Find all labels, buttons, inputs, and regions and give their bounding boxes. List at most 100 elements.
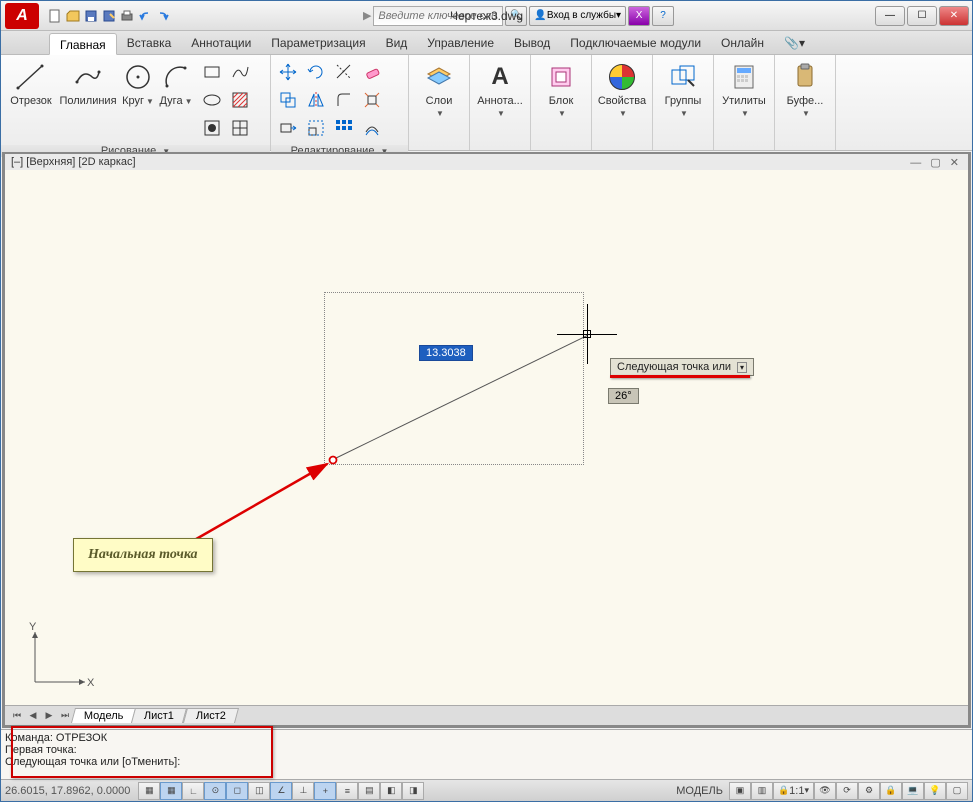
explode-tool-icon[interactable] (359, 87, 385, 113)
status-snap-icon[interactable]: ▦ (138, 782, 160, 800)
maximize-button[interactable]: ☐ (907, 6, 937, 26)
status-annoscale-icon[interactable]: 🔒 1:1▾ (773, 782, 814, 800)
status-isolate-icon[interactable]: 💡 (924, 782, 946, 800)
status-tpy-icon[interactable]: ▤ (358, 782, 380, 800)
binoculars-icon[interactable]: 🔍 (505, 6, 527, 26)
status-ortho-icon[interactable]: ∟ (182, 782, 204, 800)
status-hardware-icon[interactable]: 💻 (902, 782, 924, 800)
status-grid-icon[interactable]: ▦ (160, 782, 182, 800)
ribbon: Отрезок Полилиния Круг▼ Дуга▼ Рисование▼ (1, 55, 972, 151)
search-input[interactable] (373, 6, 503, 26)
sheet-prev-icon[interactable]: ◀ (25, 708, 41, 724)
status-dyn-icon[interactable]: + (314, 782, 336, 800)
sheet-tab-sheet1[interactable]: Лист1 (131, 708, 187, 723)
groups-panel-button[interactable]: Группы▼ (657, 59, 709, 122)
sheet-tab-model[interactable]: Модель (71, 708, 137, 723)
trim-tool-icon[interactable] (331, 59, 357, 85)
qat-print-icon[interactable] (119, 8, 135, 24)
tab-view[interactable]: Вид (376, 32, 418, 54)
sheet-tab-sheet2[interactable]: Лист2 (183, 708, 239, 723)
viewport-controls[interactable]: — ▢ ✕ (910, 156, 962, 169)
annotations-panel-button[interactable]: AАннота...▼ (474, 59, 526, 122)
line-tool-button[interactable]: Отрезок (5, 59, 57, 109)
drawing-canvas[interactable]: 13.3038 Следующая точка или▾ 26° Начальн… (5, 170, 968, 705)
status-qp-icon[interactable]: ◧ (380, 782, 402, 800)
polyline-tool-button[interactable]: Полилиния (57, 59, 119, 109)
block-panel-button[interactable]: Блок▼ (535, 59, 587, 122)
rectangle-tool-icon[interactable] (199, 59, 225, 85)
qat-new-icon[interactable] (47, 8, 63, 24)
tab-annotations[interactable]: Аннотации (181, 32, 261, 54)
angle-value: 26° (608, 388, 639, 404)
qat-undo-icon[interactable] (137, 8, 153, 24)
erase-tool-icon[interactable] (359, 59, 385, 85)
dynamic-prompt: Следующая точка или▾ (610, 358, 754, 376)
status-clean-icon[interactable]: ▢ (946, 782, 968, 800)
scale-tool-icon[interactable] (303, 115, 329, 141)
tab-insert[interactable]: Вставка (117, 32, 182, 54)
close-button[interactable]: ✕ (939, 6, 969, 26)
status-ducs-icon[interactable]: ⊥ (292, 782, 314, 800)
command-line-3: Следующая точка или [оТменить]: (5, 756, 968, 768)
clipboard-panel-button[interactable]: Буфе...▼ (779, 59, 831, 122)
utilities-panel-button[interactable]: Утилиты▼ (718, 59, 770, 122)
quick-access-toolbar (47, 8, 171, 24)
help-icon[interactable]: ? (652, 6, 674, 26)
properties-panel-button[interactable]: Свойства▼ (596, 59, 648, 122)
array-tool-icon[interactable] (331, 115, 357, 141)
status-annovis-icon[interactable]: 👁 (814, 782, 836, 800)
sheet-first-icon[interactable]: ⏮ (9, 708, 25, 724)
qat-open-icon[interactable] (65, 8, 81, 24)
region-tool-icon[interactable] (199, 115, 225, 141)
stretch-tool-icon[interactable] (275, 115, 301, 141)
rotate-tool-icon[interactable] (303, 59, 329, 85)
status-3dosnap-icon[interactable]: ◫ (248, 782, 270, 800)
tab-home[interactable]: Главная (49, 33, 117, 55)
ellipse-tool-icon[interactable] (199, 87, 225, 113)
qat-redo-icon[interactable] (155, 8, 171, 24)
sheet-tabs: ⏮ ◀ ▶ ⏭ Модель Лист1 Лист2 (5, 705, 968, 725)
status-sc-icon[interactable]: ◨ (402, 782, 424, 800)
mirror-tool-icon[interactable] (303, 87, 329, 113)
qat-saveas-icon[interactable] (101, 8, 117, 24)
status-polar-icon[interactable]: ⊙ (204, 782, 226, 800)
tab-output[interactable]: Вывод (504, 32, 560, 54)
status-annoadd-icon[interactable]: ⟳ (836, 782, 858, 800)
status-toolbar-icon[interactable]: 🔒 (880, 782, 902, 800)
hatch-tool-icon[interactable] (227, 87, 253, 113)
sheet-next-icon[interactable]: ▶ (41, 708, 57, 724)
status-quickview-icon[interactable]: ▥ (751, 782, 773, 800)
status-lwt-icon[interactable]: ≡ (336, 782, 358, 800)
tab-manage[interactable]: Управление (417, 32, 504, 54)
offset-tool-icon[interactable] (359, 115, 385, 141)
tab-extra-icon[interactable]: 📎▾ (774, 32, 815, 54)
status-model-label[interactable]: МОДЕЛЬ (670, 785, 729, 797)
qat-save-icon[interactable] (83, 8, 99, 24)
move-tool-icon[interactable] (275, 59, 301, 85)
circle-tool-button[interactable]: Круг▼ (119, 59, 157, 110)
login-button[interactable]: 👤 Вход в службы ▾ (529, 6, 626, 26)
viewport-label[interactable]: [–] [Верхняя] [2D каркас] (11, 156, 136, 168)
command-line-1: Команда: ОТРЕЗОК (5, 732, 968, 744)
fillet-tool-icon[interactable] (331, 87, 357, 113)
command-window[interactable]: Команда: ОТРЕЗОК Первая точка: Следующая… (1, 729, 972, 779)
exchange-icon[interactable]: X (628, 6, 650, 26)
status-osnap-icon[interactable]: ◻ (226, 782, 248, 800)
status-otrack-icon[interactable]: ∠ (270, 782, 292, 800)
search-play-icon[interactable]: ▶ (363, 9, 371, 22)
status-layout-icon[interactable]: ▣ (729, 782, 751, 800)
arc-tool-button[interactable]: Дуга▼ (157, 59, 195, 110)
point-tool-icon[interactable] (227, 115, 253, 141)
tab-parametrization[interactable]: Параметризация (261, 32, 375, 54)
prompt-dropdown-icon[interactable]: ▾ (737, 362, 747, 373)
title-bar: A Чертеж3.dwg ▶ 🔍 👤 Вход в службы ▾ X ? … (1, 1, 972, 31)
minimize-button[interactable]: — (875, 6, 905, 26)
tab-plugins[interactable]: Подключаемые модули (560, 32, 711, 54)
copy-tool-icon[interactable] (275, 87, 301, 113)
status-coordinates[interactable]: 26.6015, 17.8962, 0.0000 (5, 785, 130, 797)
app-logo-icon[interactable]: A (5, 3, 39, 29)
layers-panel-button[interactable]: Слои▼ (413, 59, 465, 122)
status-ws-icon[interactable]: ⚙ (858, 782, 880, 800)
spline-tool-icon[interactable] (227, 59, 253, 85)
tab-online[interactable]: Онлайн (711, 32, 774, 54)
